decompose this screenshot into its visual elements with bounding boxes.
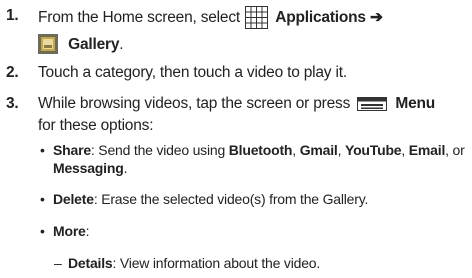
gallery-suffix: .: [119, 36, 124, 53]
bullet-dot: •: [40, 142, 45, 158]
step-text-prefix: From the Home screen, select: [38, 9, 241, 26]
separator: ,: [292, 142, 300, 158]
option-text: Details: View information about the vide…: [68, 254, 472, 272]
option-term: Details: [68, 255, 113, 271]
separator: ,: [337, 142, 345, 158]
share-email: Email: [408, 142, 446, 158]
bullet-dot: •: [40, 223, 45, 239]
step-text: From the Home screen, select Application…: [38, 6, 472, 59]
option-term: Share: [53, 142, 91, 158]
menu-key-icon: [357, 97, 388, 116]
option-text: Share: Send the video using Bluetooth, G…: [53, 141, 471, 177]
option-term: More: [53, 223, 86, 239]
menu-label: Menu: [395, 95, 436, 112]
step-text-line2: for these options:: [38, 117, 154, 134]
dash-glyph: –: [54, 255, 62, 271]
step-text-prefix: While browsing videos, tap the screen or…: [38, 95, 351, 112]
step-text: Touch a category, then touch a video to …: [38, 64, 347, 81]
gallery-label: Gallery: [68, 36, 120, 53]
share-gmail: Gmail: [299, 142, 338, 158]
separator: , or: [445, 142, 465, 158]
share-bluetooth: Bluetooth: [228, 142, 293, 158]
step-number: 1.: [6, 7, 19, 24]
option-desc: :: [85, 223, 90, 239]
separator: ,: [401, 142, 409, 158]
step-text: While browsing videos, tap the screen or…: [38, 94, 472, 135]
option-text: More:: [53, 222, 471, 240]
applications-label: Applications: [275, 9, 366, 26]
step-number: 3.: [6, 95, 19, 112]
arrow-glyph: ➔: [369, 9, 383, 26]
share-youtube: YouTube: [344, 142, 402, 158]
gallery-icon: [38, 34, 58, 59]
apps-grid-icon: [245, 6, 269, 34]
share-messaging: Messaging: [53, 160, 124, 176]
step-number: 2.: [6, 64, 19, 81]
option-desc: : Erase the selected video(s) from the G…: [93, 191, 369, 207]
sentence-end: .: [123, 160, 128, 176]
option-text: Delete: Erase the selected video(s) from…: [53, 190, 471, 208]
option-term: Delete: [53, 191, 94, 207]
instructions: 1. From the Home screen, select Applicat…: [0, 0, 472, 278]
option-desc: : View information about the video.: [112, 255, 321, 271]
option-desc: : Send the video using: [90, 142, 229, 158]
bullet-dot: •: [40, 191, 45, 207]
